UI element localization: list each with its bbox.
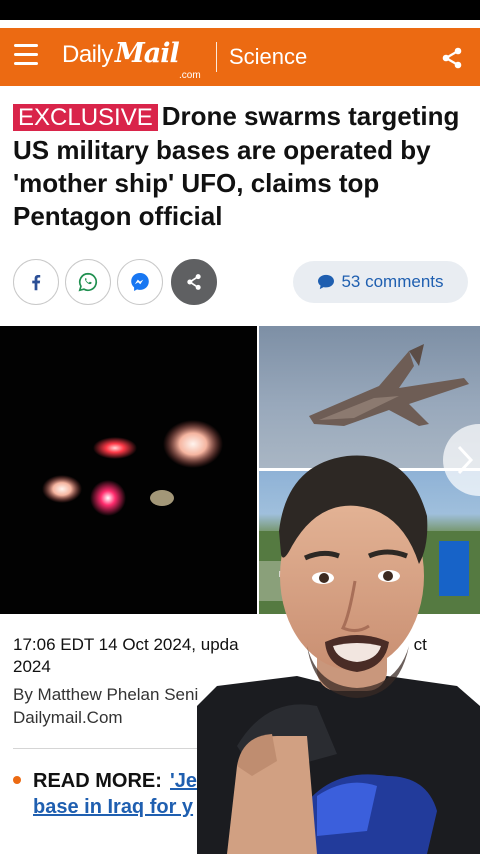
comments-count: 53 comments	[341, 272, 444, 291]
logo-mail: Mail	[114, 38, 180, 69]
header-divider	[216, 42, 217, 72]
comments-button[interactable]: 53 comments	[293, 261, 468, 303]
bullet-dot	[13, 776, 21, 784]
article-headline: EXCLUSIVE Drone swarms targeting US milit…	[13, 100, 468, 233]
section-label[interactable]: Science	[229, 44, 307, 70]
status-bar	[0, 0, 480, 20]
site-header: Daily Mail .com Science	[0, 28, 480, 86]
share-icon[interactable]	[440, 46, 464, 70]
logo-daily: Daily	[62, 41, 113, 68]
logo-com: .com	[179, 70, 201, 81]
whatsapp-icon	[78, 272, 98, 292]
share-icon	[187, 274, 201, 290]
social-share-row: 53 comments	[13, 259, 473, 305]
facebook-share-button[interactable]	[13, 259, 59, 305]
daily-mail-logo[interactable]: Daily Mail .com	[62, 38, 201, 81]
more-share-button[interactable]	[171, 259, 217, 305]
hamburger-menu-icon[interactable]	[14, 44, 38, 68]
comment-bubble-icon	[318, 274, 335, 290]
messenger-icon	[131, 273, 149, 291]
presenter-overlay	[197, 436, 480, 854]
whatsapp-share-button[interactable]	[65, 259, 111, 305]
read-more-label: READ MORE:	[33, 770, 162, 792]
facebook-icon	[32, 274, 41, 291]
messenger-share-button[interactable]	[117, 259, 163, 305]
exclusive-badge: EXCLUSIVE	[13, 104, 158, 131]
